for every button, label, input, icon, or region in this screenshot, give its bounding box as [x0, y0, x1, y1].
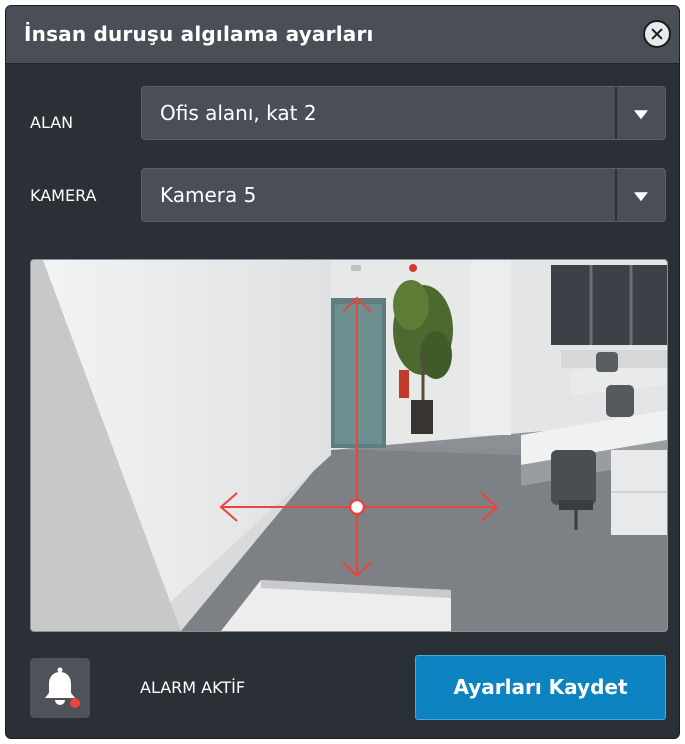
settings-dialog: İnsan duruşu algılama ayarları ALAN Ofis… — [5, 5, 680, 739]
chevron-down-icon[interactable] — [615, 87, 665, 139]
area-select-value: Ofis alanı, kat 2 — [160, 101, 317, 125]
alarm-status-label: ALARM AKTİF — [140, 678, 246, 697]
chevron-down-icon[interactable] — [615, 169, 665, 221]
save-settings-button[interactable]: Ayarları Kaydet — [415, 655, 666, 720]
dialog-title: İnsan duruşu algılama ayarları — [24, 22, 374, 46]
bell-icon — [45, 667, 80, 708]
close-icon[interactable] — [643, 20, 671, 48]
alarm-bell-button[interactable] — [30, 658, 90, 718]
camera-select[interactable]: Kamera 5 — [141, 168, 666, 222]
camera-select-value: Kamera 5 — [160, 183, 257, 207]
area-select[interactable]: Ofis alanı, kat 2 — [141, 86, 666, 140]
camera-label: KAMERA — [30, 186, 97, 205]
crosshair-handle — [348, 498, 366, 516]
area-label: ALAN — [30, 113, 74, 132]
camera-image — [31, 260, 667, 631]
dialog-header: İnsan duruşu algılama ayarları — [6, 6, 679, 64]
camera-feed[interactable] — [30, 259, 668, 632]
alarm-status-dot — [70, 698, 80, 708]
